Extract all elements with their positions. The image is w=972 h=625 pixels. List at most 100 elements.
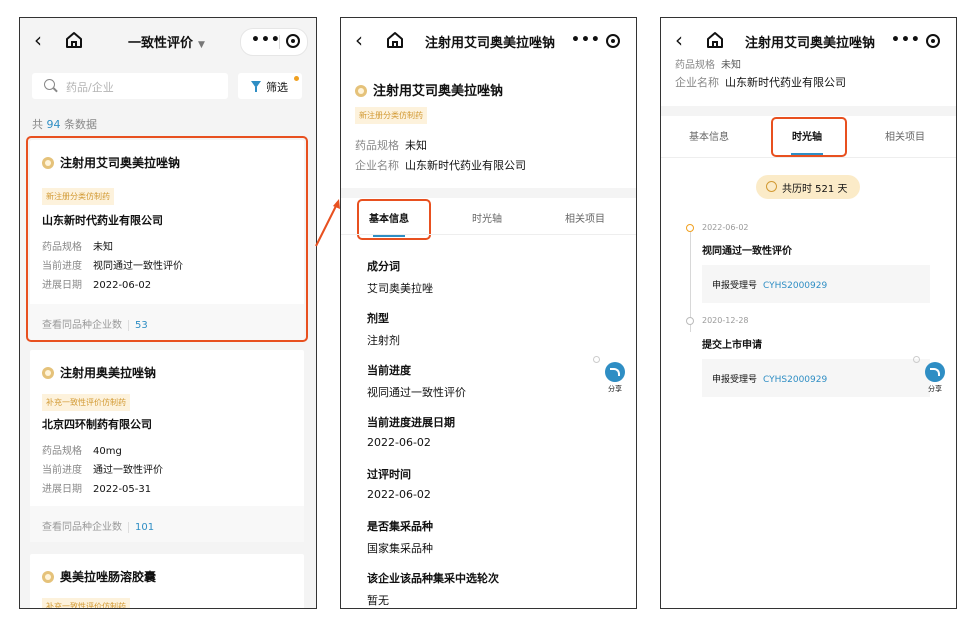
field-approval-time: 过评时间 2022-06-02 (367, 466, 431, 501)
field-procurement: 是否集采品种 国家集采品种 (367, 518, 433, 556)
close-target-icon[interactable] (926, 34, 940, 48)
timeline-dot-active (686, 224, 694, 232)
date-label: 进展日期 (42, 484, 82, 495)
spec-row: 药品规格 未知 (355, 137, 427, 153)
event-no-link[interactable]: CYHS2000929 (763, 281, 827, 291)
tab-timeline[interactable]: 时光轴 (472, 210, 502, 225)
search-input[interactable]: 药品/企业 (32, 73, 228, 99)
detail-basic-screen: ‹ 注射用艾司奥美拉唑钠 ••• 注射用艾司奥美拉唑钠 新注册分类仿制药 药品规… (340, 17, 637, 609)
event-date: 2022-06-02 (702, 223, 749, 232)
footer-label: 查看同品种企业数 (42, 522, 122, 533)
duration-badge: 共历时 521 天 (756, 175, 860, 199)
footer-text: 查看同品种企业数 101 (42, 518, 155, 533)
count-prefix: 共 (32, 118, 43, 131)
page-title[interactable]: 一致性评价 ▼ (128, 32, 205, 51)
more-icon[interactable]: ••• (571, 32, 601, 48)
close-target-icon[interactable] (606, 34, 620, 48)
event-detail-box: 申报受理号 CYHS2000929 (702, 265, 930, 303)
drug-name-text: 奥美拉唑肠溶胶囊 (60, 570, 157, 584)
spec-label: 药品规格 (355, 139, 399, 152)
tab-related-projects[interactable]: 相关项目 (565, 210, 605, 225)
field-value: 国家集采品种 (367, 542, 433, 555)
more-icon[interactable]: ••• (891, 32, 921, 48)
drug-name: 注射用奥美拉唑钠 (42, 364, 156, 381)
spec-label: 药品规格 (675, 60, 715, 71)
search-placeholder: 药品/企业 (66, 81, 114, 94)
mini-program-capsule: ••• (240, 28, 308, 56)
field-value: 2022-06-02 (367, 436, 431, 449)
highlight-box (771, 117, 847, 157)
event-detail-box: 申报受理号 CYHS2000929 (702, 359, 930, 397)
company-value: 山东新时代药业有限公司 (725, 76, 846, 89)
field-dosage-form: 剂型 注射剂 (367, 310, 400, 348)
share-label: 分享 (928, 385, 942, 393)
field-value: 暂无 (367, 594, 389, 607)
filter-badge-dot (294, 76, 299, 81)
filter-button[interactable]: 筛选 (238, 73, 302, 99)
field-current-progress: 当前进度 视同通过一致性评价 (367, 362, 466, 400)
result-count: 共 94 条数据 (32, 116, 97, 132)
list-item[interactable]: 奥美拉唑肠溶胶囊 补充一致性评价仿制药 (30, 554, 304, 608)
company-label: 企业名称 (675, 76, 719, 89)
field-label: 是否集采品种 (367, 520, 433, 533)
company-row: 企业名称 山东新时代药业有限公司 (355, 157, 526, 173)
back-icon[interactable]: ‹ (675, 30, 683, 50)
same-variety-link[interactable]: 查看同品种企业数 101 (30, 506, 304, 542)
field-progress-date: 当前进度进展日期 2022-06-02 (367, 414, 455, 449)
company-label: 企业名称 (355, 159, 399, 172)
capsule-divider (279, 35, 280, 49)
event-no-label: 申报受理号 (712, 375, 758, 385)
filter-label: 筛选 (266, 81, 288, 94)
more-icon[interactable]: ••• (251, 32, 281, 48)
tab-divider (661, 157, 956, 158)
duration-text: 共历时 521 天 (782, 184, 848, 195)
field-label: 过评时间 (367, 468, 411, 481)
event-title: 视同通过一致性评价 (702, 246, 792, 257)
field-label: 当前进度 (367, 364, 411, 377)
share-button[interactable]: 分享 (593, 356, 625, 394)
event-detail-text: 申报受理号 CYHS2000929 (712, 372, 827, 385)
page-title: 注射用艾司奥美拉唑钠 (745, 36, 876, 51)
section-divider (341, 188, 636, 198)
chevron-down-icon: ▼ (198, 40, 205, 50)
tab-related-projects[interactable]: 相关项目 (885, 128, 925, 143)
drug-name: 奥美拉唑肠溶胶囊 (42, 568, 156, 585)
coin-icon (355, 85, 367, 97)
home-icon[interactable] (705, 30, 725, 50)
share-button[interactable]: 分享 (913, 356, 945, 394)
home-icon[interactable] (385, 30, 405, 50)
timeline-dot (686, 317, 694, 325)
highlight-box (26, 136, 308, 342)
event-no-link[interactable]: CYHS2000929 (763, 375, 827, 385)
section-divider (661, 106, 956, 116)
close-target-icon[interactable] (286, 34, 300, 48)
back-icon[interactable]: ‹ (355, 30, 363, 50)
spec-row-partial: 药品规格 未知 (675, 56, 741, 71)
event-title: 提交上市申请 (702, 340, 762, 351)
back-icon[interactable]: ‹ (34, 30, 42, 50)
ring-icon (913, 356, 920, 363)
field-label: 该企业该品种集采中选轮次 (367, 572, 499, 585)
share-icon (605, 362, 625, 382)
event-detail-text: 申报受理号 CYHS2000929 (712, 278, 827, 291)
nav-bar: ‹ 注射用艾司奥美拉唑钠 ••• (341, 18, 636, 64)
home-icon[interactable] (64, 30, 84, 50)
category-tag: 补充一致性评价仿制药 (42, 598, 130, 608)
detail-timeline-screen: 药品规格 未知 ‹ 注射用艾司奥美拉唑钠 ••• 企业名称 山东新时代药业有限公司 … (660, 17, 957, 609)
footer-count: 101 (128, 522, 155, 533)
mini-program-capsule: ••• (560, 28, 628, 56)
spec-value: 未知 (721, 60, 741, 71)
count-suffix: 条数据 (64, 118, 97, 131)
event-no-label: 申报受理号 (712, 281, 758, 291)
field-value: 2022-06-02 (367, 488, 431, 501)
field-value: 注射剂 (367, 334, 400, 347)
spec-value: 40mg (93, 446, 122, 457)
coin-icon (42, 571, 54, 583)
coin-icon (42, 367, 54, 379)
spec-label: 药品规格 (42, 446, 82, 457)
tab-basic-info[interactable]: 基本信息 (689, 128, 729, 143)
list-item[interactable]: 注射用奥美拉唑钠 补充一致性评价仿制药 北京四环制药有限公司 药品规格 40mg … (30, 350, 304, 542)
nav-bar: ‹ 注射用艾司奥美拉唑钠 ••• (661, 18, 956, 56)
search-icon (44, 79, 55, 90)
field-ingredient: 成分词 艾司奥美拉唑 (367, 258, 433, 296)
